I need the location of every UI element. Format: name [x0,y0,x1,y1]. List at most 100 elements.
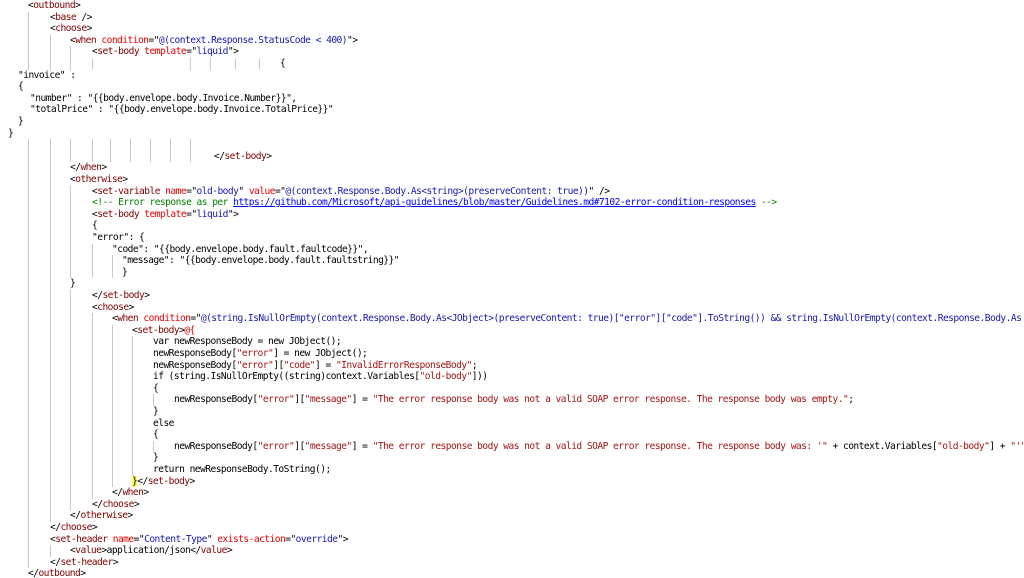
code-token: ])) [471,371,488,383]
indent-guide [50,417,51,430]
indent-guide [70,440,71,453]
indent-guide [70,359,71,372]
indent-guide [28,510,29,522]
code-token: "message": "{{body.envelope.body.fault.f… [122,255,400,267]
indent-guide [28,440,29,453]
indent-guide [150,150,151,163]
code-token: set-body [97,208,140,220]
code-line: } [18,116,24,128]
indent-guide [70,220,71,232]
code-token: "message" [304,440,353,452]
code-line: <set-body template="liquid"> [92,46,239,58]
indent-guide [112,464,113,476]
indent-guide [110,150,111,163]
code-token: > [86,23,93,35]
indent-guide [70,382,71,395]
indent-guide [50,348,51,360]
code-token[interactable]: https://github.com/Microsoft/api-guideli… [233,197,756,208]
code-token: </ [112,487,123,499]
code-line: <base /> [50,12,92,24]
indent-guide [28,58,29,70]
code-token: ] = [351,440,373,452]
code-line: newResponseBody["error"]["message"] = "T… [174,441,1024,453]
indent-guide [70,498,71,511]
indent-guide [28,23,29,35]
code-token: outbound [33,0,76,11]
code-token: > [226,545,233,557]
code-token: condition [138,313,191,325]
code-token: "invoice" : [18,69,76,81]
code-token: =" [186,46,197,58]
code-line: { [153,429,159,441]
indent-guide [70,313,71,325]
indent-guide [28,301,29,314]
indent-guide [112,440,113,453]
code-line: } [153,452,159,464]
code-token: ] = new JObject(); [273,348,368,359]
indent-guide [70,406,71,418]
indent-guide [92,464,93,476]
indent-guide [50,382,51,395]
indent-guide [28,394,29,406]
code-token: > [91,522,98,533]
code-token: </ [50,522,61,533]
indent-guide [28,266,29,279]
indent-guide [28,324,29,337]
indent-guide [92,452,93,464]
indent-guide [50,498,51,511]
indent-guide [28,371,29,383]
code-token: condition [96,34,149,46]
indent-guide [132,382,133,395]
indent-guide [112,394,113,406]
code-token: </ [70,510,81,522]
indent-guide [190,150,191,163]
code-token: @(context.Response.StatusCode < 400) [158,34,348,46]
indent-guide [92,406,93,418]
indent-guide [28,255,29,267]
indent-guide [132,359,133,372]
code-token: >application/json</ [101,545,201,557]
code-token: otherwise [75,174,123,185]
indent-guide [70,336,71,348]
code-token: "The error response body was not a valid… [372,440,828,452]
indent-guide [112,255,113,267]
code-line: } [70,278,76,290]
code-token: > [266,150,272,162]
code-token: </ [214,150,225,162]
indent-guide [70,417,71,430]
code-line: "error": { [92,232,145,244]
indent-guide [70,46,71,58]
code-token: { [280,58,286,69]
code-token: } [153,452,159,464]
code-token: "message" [304,394,353,406]
indent-guide [70,232,71,244]
code-line: </otherwise> [70,510,133,522]
indent-guide [70,58,71,70]
code-token: @(context.Response.Body.As<string>(prese… [285,185,589,197]
code-token: --> [755,197,777,209]
indent-guide [28,139,29,151]
code-line: { [18,81,24,93]
indent-guide [28,46,29,58]
code-token: </ [28,568,39,578]
code-line: <when condition="@(string.IsNullOrEmpty(… [112,313,1022,325]
indent-guide [92,150,93,163]
code-editor[interactable]: <outbound> <base /> <choose> <when conditio… [0,0,1024,578]
indent-guide [50,290,51,302]
code-token: set-variable [97,185,160,197]
code-token: =" [285,533,296,545]
indent-guide [50,371,51,383]
indent-guide [112,348,113,360]
indent-guide [50,475,51,488]
indent-guide [132,429,133,441]
code-token: template [139,46,187,58]
code-token: set-header [60,556,113,568]
code-line: </set-header> [50,556,119,569]
code-token: set-header [55,533,108,545]
code-line: "invoice" : [18,70,76,82]
code-token: @{ [184,324,195,336]
indent-guide [70,464,71,476]
indent-guide [132,417,133,430]
code-token: </ [92,290,103,301]
code-token: "error" [236,348,274,359]
